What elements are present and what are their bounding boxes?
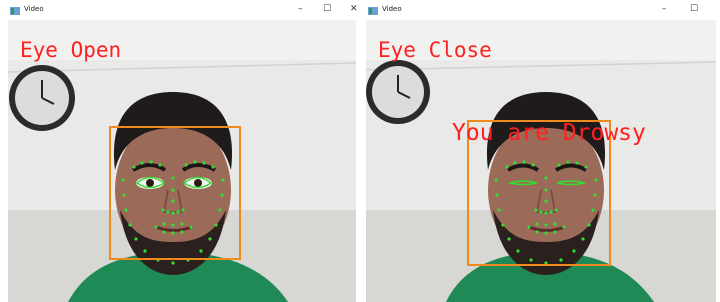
- wall-clock: [9, 65, 75, 131]
- video-window-left: Video – ☐ ✕ Eye Open: [0, 0, 362, 302]
- window-title: Video: [382, 5, 402, 13]
- close-button[interactable]: ✕: [350, 3, 358, 15]
- maximize-button[interactable]: ☐: [690, 3, 698, 15]
- maximize-button[interactable]: ☐: [323, 3, 331, 15]
- eye-status-text: Eye Close: [378, 38, 492, 62]
- face-bounding-box: [109, 126, 241, 260]
- title-bar[interactable]: Video – ☐: [362, 0, 720, 20]
- eye-status-text: Eye Open: [20, 38, 122, 62]
- video-frame: Eye Close You are Drowsy: [366, 20, 716, 302]
- window-title: Video: [24, 5, 44, 13]
- minimize-button[interactable]: –: [662, 3, 667, 15]
- drowsy-alert-text: You are Drowsy: [452, 120, 646, 146]
- minimize-button[interactable]: –: [298, 3, 303, 15]
- wall-clock: [366, 60, 430, 124]
- title-bar[interactable]: Video – ☐ ✕: [0, 0, 362, 20]
- app-icon: [368, 7, 378, 15]
- app-icon: [10, 7, 20, 15]
- video-window-right: Video – ☐ Eye Close You are Drowsy: [362, 0, 720, 302]
- video-frame: Eye Open: [8, 20, 356, 302]
